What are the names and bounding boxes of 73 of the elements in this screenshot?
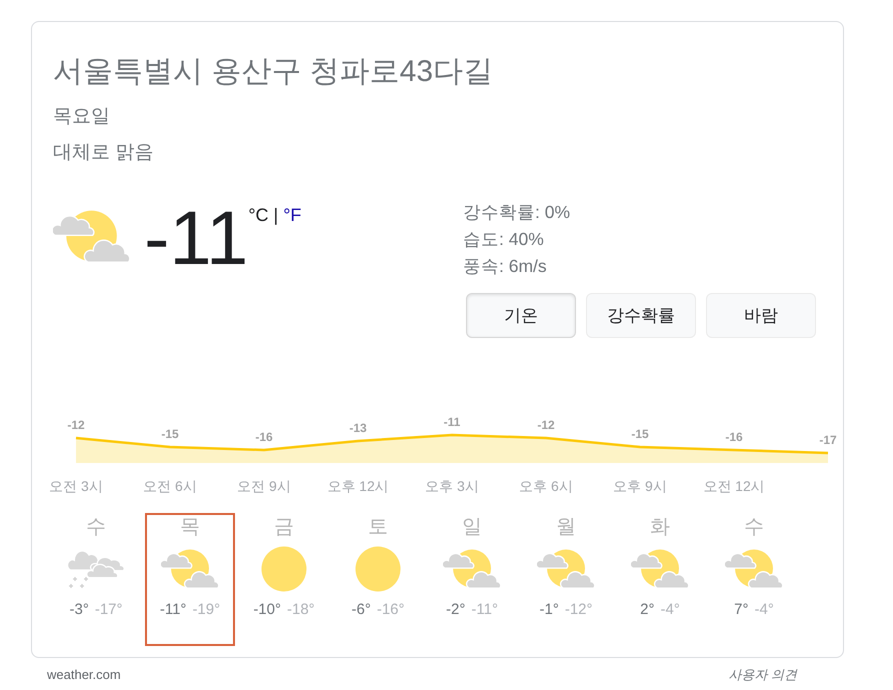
forecast-day[interactable]: 목 -11° -19° (145, 513, 235, 646)
unit-option[interactable]: °F (283, 205, 302, 225)
weekday-label: 일 (462, 515, 482, 539)
location-title: 서울특별시 용산구 청파로43다길 (53, 54, 494, 90)
high-temperature: -6° (351, 600, 371, 620)
weather-detail: 습도: 40% (463, 228, 545, 251)
high-temperature: -2° (446, 600, 466, 620)
high-temperature: -1° (539, 600, 559, 620)
temperature-label: -13 (349, 421, 367, 435)
sun-icon (355, 546, 401, 592)
forecast-day[interactable]: 토 -6° -16° (333, 513, 423, 646)
sun-cloud-icon (161, 549, 219, 589)
sun-cloud-icon (53, 210, 130, 264)
time-label: 오전 9시 (237, 478, 291, 494)
temperature-label: -16 (255, 430, 273, 444)
high-temperature: -10° (253, 600, 281, 620)
weekday-label: 월 (556, 515, 576, 539)
time-label: 오전 12시 (703, 478, 765, 494)
weekday-label: 수 (86, 515, 106, 539)
temperature-label: -12 (537, 418, 555, 432)
temperature-label: -15 (161, 427, 179, 441)
sun-cloud-icon (443, 549, 501, 589)
condition-text: 대체로 맑음 (53, 141, 154, 165)
time-label: 오후 3시 (425, 478, 479, 494)
snow-cloud-icon (68, 549, 124, 589)
low-temperature: -4° (754, 600, 774, 620)
high-temperature: -11° (160, 600, 186, 620)
weather-detail: 풍속: 6m/s (463, 255, 548, 278)
low-temperature: -17° (94, 600, 123, 620)
forecast-day[interactable]: 화 2° -4° (615, 513, 705, 646)
weather-detail: 강수확률: 0% (463, 201, 572, 224)
forecast-day[interactable]: 수 7° -4° (709, 513, 799, 646)
chart-tab[interactable]: 기온 (466, 293, 576, 338)
sun-cloud-icon (537, 549, 595, 589)
high-temperature: 2° (640, 600, 654, 620)
unit-separator: | (274, 205, 278, 225)
high-temperature: -3° (69, 600, 89, 620)
time-label: 오후 12시 (327, 478, 389, 494)
high-temperature: 7° (734, 600, 748, 620)
time-label: 오후 6시 (519, 478, 573, 494)
sun-icon (261, 546, 307, 592)
weekday-text: 목요일 (53, 105, 111, 129)
temperature-label: -12 (67, 418, 85, 432)
temperature-label: -17 (819, 433, 837, 447)
low-temperature: -12° (564, 600, 593, 620)
forecast-day[interactable]: 일 -2° -11° (427, 513, 517, 646)
temperature-label: -16 (725, 430, 743, 444)
low-temperature: -11° (471, 600, 498, 620)
chart-tab[interactable]: 바람 (706, 293, 816, 338)
time-label: 오전 6시 (143, 478, 197, 494)
low-temperature: -16° (376, 600, 405, 620)
chart-tab[interactable]: 강수확률 (586, 293, 696, 338)
low-temperature: -18° (287, 600, 315, 620)
sun-cloud-icon (725, 549, 783, 589)
feedback-link[interactable]: 사용자 의견 (728, 666, 797, 684)
weekday-label: 목 (180, 515, 200, 539)
forecast-day[interactable]: 수 -3° -17° (51, 513, 141, 646)
time-label: 오전 3시 (49, 478, 103, 494)
source-link[interactable]: weather.com (47, 666, 121, 684)
current-temperature: -11 (144, 201, 248, 277)
weekday-label: 화 (650, 515, 670, 539)
weekday-label: 수 (744, 515, 764, 539)
low-temperature: -4° (660, 600, 680, 620)
sun-cloud-icon (631, 549, 689, 589)
forecast-day[interactable]: 월 -1° -12° (521, 513, 611, 646)
low-temperature: -19° (192, 600, 220, 620)
temperature-label: -15 (631, 427, 649, 441)
weekday-label: 금 (274, 515, 294, 539)
temperature-label: -11 (444, 415, 460, 429)
forecast-day[interactable]: 금 -10° -18° (239, 513, 329, 646)
unit-option[interactable]: °C (248, 205, 269, 225)
time-label: 오후 9시 (613, 478, 667, 494)
weekday-label: 토 (368, 515, 388, 539)
